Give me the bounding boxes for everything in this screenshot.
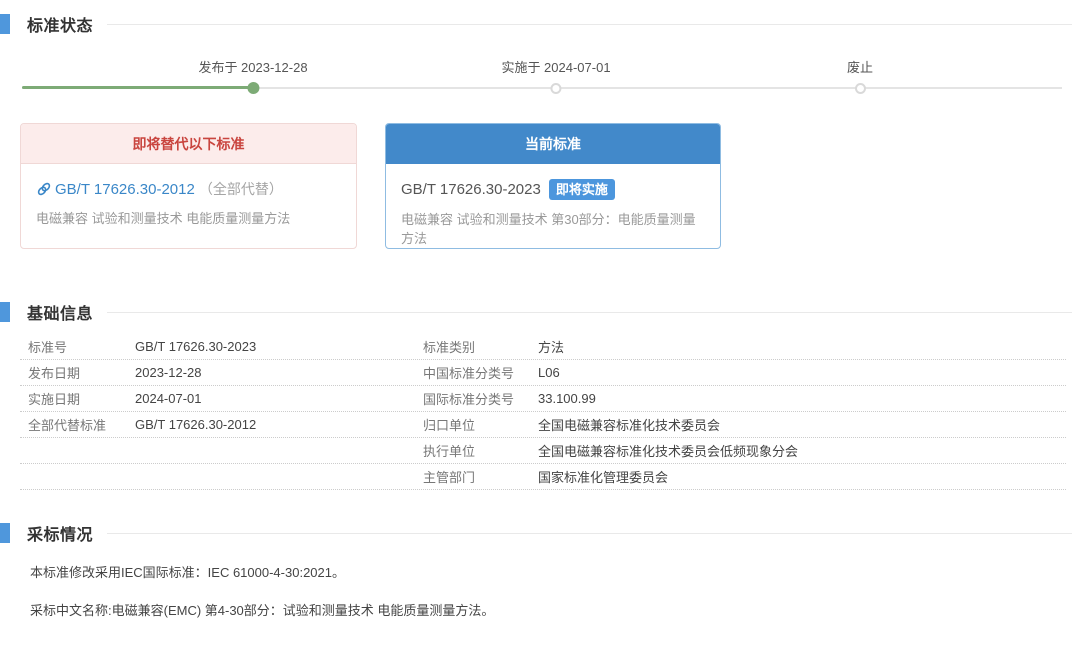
replace-note: （全部代替） [199, 179, 283, 199]
replaced-standard-link[interactable]: GB/T 17626.30-2012 [55, 181, 195, 198]
current-standard-number: GB/T 17626.30-2023 [401, 181, 541, 198]
timeline-step-label: 废止 [847, 60, 873, 76]
row-label: 标准类别 [423, 337, 538, 356]
row-value: 2024-07-01 [135, 391, 423, 406]
table-row: 实施日期 2024-07-01 国际标准分类号 33.100.99 [20, 386, 1066, 412]
row-label: 国际标准分类号 [423, 389, 538, 408]
status-section-title: 标准状态 [27, 12, 93, 36]
row-value: 方法 [538, 337, 1066, 356]
current-card-header: 当前标准 [386, 124, 720, 164]
row-label: 标准号 [28, 337, 135, 356]
basic-info-table: 标准号 GB/T 17626.30-2023 标准类别 方法 发布日期 2023… [20, 334, 1066, 490]
org-link[interactable]: 国家标准化管理委员会 [538, 467, 1066, 486]
link-icon [36, 181, 52, 197]
org-link[interactable]: 全国电磁兼容标准化技术委员会低频现象分会 [538, 441, 1066, 460]
replaced-standard-card: 即将替代以下标准 GB/T 17626.30-2012 （全部代替） 电磁兼容 … [20, 123, 357, 249]
status-badge: 即将实施 [549, 179, 615, 200]
row-label: 发布日期 [28, 363, 135, 382]
table-row: 主管部门 国家标准化管理委员会 [20, 464, 1066, 490]
row-label: 执行单位 [423, 441, 538, 460]
row-label: 主管部门 [423, 467, 538, 486]
table-row: 全部代替标准 GB/T 17626.30-2012 归口单位 全国电磁兼容标准化… [20, 412, 1066, 438]
timeline-step-implemented: 实施于 2024-07-01 [501, 60, 610, 94]
row-label: 中国标准分类号 [423, 363, 538, 382]
section-divider [107, 533, 1072, 534]
timeline-step-published: 发布于 2023-12-28 [198, 60, 307, 94]
standard-status-timeline: 发布于 2023-12-28 实施于 2024-07-01 废止 [0, 55, 1080, 105]
section-accent-bar [0, 14, 10, 34]
status-section-header: 标准状态 [0, 12, 1072, 36]
current-standard-card: 当前标准 GB/T 17626.30-2023 即将实施 电磁兼容 试验和测量技… [385, 123, 721, 249]
basic-info-section-title: 基础信息 [27, 300, 93, 324]
section-divider [107, 24, 1072, 25]
row-value: L06 [538, 365, 1066, 380]
row-value: GB/T 17626.30-2023 [135, 339, 423, 354]
timeline-step-abolished: 废止 [847, 60, 873, 94]
row-value: 33.100.99 [538, 391, 1066, 406]
section-accent-bar [0, 302, 10, 322]
row-value: 2023-12-28 [135, 365, 423, 380]
table-row: 发布日期 2023-12-28 中国标准分类号 L06 [20, 360, 1066, 386]
adoption-statement: 本标准修改采用IEC国际标准：IEC 61000-4-30:2021。 [30, 562, 345, 581]
row-label: 全部代替标准 [28, 415, 135, 434]
replaced-card-header: 即将替代以下标准 [21, 124, 356, 164]
current-standard-description: 电磁兼容 试验和测量技术 第30部分：电能质量测量方法 [401, 209, 705, 247]
basic-info-section-header: 基础信息 [0, 300, 1072, 324]
table-row: 执行单位 全国电磁兼容标准化技术委员会低频现象分会 [20, 438, 1066, 464]
section-divider [107, 312, 1072, 313]
adoption-chinese-name: 采标中文名称:电磁兼容(EMC) 第4-30部分：试验和测量技术 电能质量测量方… [30, 600, 494, 619]
adoption-section-title: 采标情况 [27, 521, 93, 545]
timeline-step-label: 发布于 2023-12-28 [198, 60, 307, 76]
table-row: 标准号 GB/T 17626.30-2023 标准类别 方法 [20, 334, 1066, 360]
replaced-standard-description: 电磁兼容 试验和测量技术 电能质量测量方法 [36, 208, 341, 227]
row-label: 归口单位 [423, 415, 538, 434]
timeline-dot-filled [247, 82, 259, 94]
row-label: 实施日期 [28, 389, 135, 408]
org-link[interactable]: 全国电磁兼容标准化技术委员会 [538, 415, 1066, 434]
section-accent-bar [0, 523, 10, 543]
timeline-dot-hollow [854, 83, 865, 94]
row-value: GB/T 17626.30-2012 [135, 417, 423, 432]
timeline-dot-hollow [551, 83, 562, 94]
adoption-section-header: 采标情况 [0, 521, 1072, 545]
timeline-step-label: 实施于 2024-07-01 [501, 60, 610, 76]
